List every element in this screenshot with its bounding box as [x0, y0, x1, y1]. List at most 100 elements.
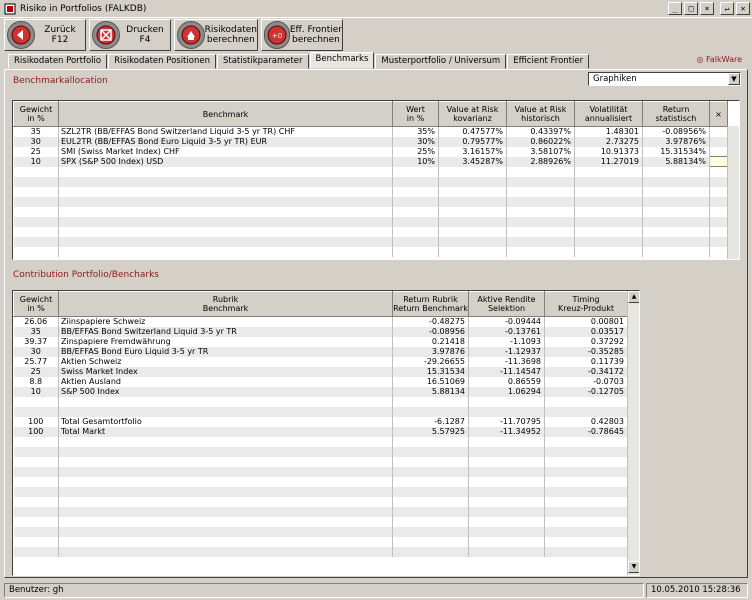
table-cell: [392, 516, 469, 527]
table-cell: [544, 396, 628, 407]
contribution-table-scrollbar[interactable]: ▲ ▼: [627, 291, 639, 575]
tab-statistikparameter[interactable]: Statistikparameter: [216, 54, 309, 69]
chevron-down-icon[interactable]: ▼: [728, 73, 740, 85]
tab-risikodaten-portfolio[interactable]: Risikodaten Portfolio: [8, 54, 108, 69]
table-row[interactable]: [13, 206, 728, 217]
table-row[interactable]: 25 Swiss Market Index 15.31534 -11.14547 -0.…: [13, 366, 628, 377]
col-rubrik-benchmark[interactable]: Rubrik Benchmark: [58, 291, 393, 317]
col-volatilitaet[interactable]: Volatilität annualisiert: [574, 101, 643, 127]
table-row[interactable]: [13, 466, 628, 477]
table-row[interactable]: 25.77 Aktien Schweiz -29.26655 -11.3698 0.11…: [13, 356, 628, 367]
table-row[interactable]: [13, 396, 628, 407]
tab-efficient-frontier[interactable]: Efficient Frontier: [507, 54, 590, 69]
table-row[interactable]: [13, 486, 628, 497]
table-row[interactable]: [13, 236, 728, 247]
tab-musterportfolio[interactable]: Musterportfolio / Universum: [375, 54, 507, 69]
close-icon[interactable]: ×: [709, 101, 728, 127]
col-benchmark[interactable]: Benchmark: [58, 101, 393, 127]
table-row[interactable]: 30 BB/EFFAS Bond Euro Liquid 3-5 yr TR 3.9…: [13, 346, 628, 357]
table-cell: 0.86559: [468, 376, 545, 387]
table-cell: [58, 196, 393, 207]
table-row[interactable]: 10 S&P 500 Index 5.88134 1.06294 -0.12705: [13, 386, 628, 397]
table-cell: [13, 496, 59, 507]
table-cell: 3.97876: [392, 346, 469, 357]
table-cell: -11.3698: [468, 356, 545, 367]
calc-risk-button[interactable]: Risikodaten berechnen: [174, 19, 258, 51]
table-row[interactable]: [13, 526, 628, 537]
section-contribution-title: Contribution Portfolio/Bencharks: [13, 270, 159, 280]
table-row[interactable]: [13, 196, 728, 207]
maximize-button[interactable]: □: [684, 2, 698, 15]
table-row[interactable]: [13, 186, 728, 197]
col-return-rubrik[interactable]: Return Rubrik Return Benchmark: [392, 291, 469, 317]
back-button[interactable]: Zurück F12: [4, 19, 86, 51]
table-cell: [58, 466, 393, 477]
table-row[interactable]: [13, 536, 628, 547]
table-cell: [709, 206, 728, 217]
col-wert[interactable]: Wert in %: [392, 101, 439, 127]
close-child-button[interactable]: ✕: [736, 2, 750, 15]
table-row[interactable]: 30 EUL2TR (BB/EFFAS Bond Euro Liquid 3-5 …: [13, 136, 728, 147]
table-row[interactable]: [13, 226, 728, 237]
table-cell: 3.58107%: [506, 146, 575, 157]
table-cell: 0.21418: [392, 336, 469, 347]
table-row[interactable]: 39.37 Zinspapiere Fremdwährung 0.21418 -1.1…: [13, 336, 628, 347]
print-button[interactable]: Drucken F4: [89, 19, 171, 51]
tab-benchmarks[interactable]: Benchmarks: [309, 52, 375, 69]
table-row[interactable]: [13, 546, 628, 557]
table-row[interactable]: [13, 506, 628, 517]
graphiken-dropdown[interactable]: Graphiken ▼: [588, 72, 741, 86]
close-button[interactable]: ×: [700, 2, 714, 15]
row-selector[interactable]: [709, 156, 728, 167]
table-row[interactable]: 35 SZL2TR (BB/EFFAS Bond Switzerland Liqu…: [13, 126, 728, 137]
table-row[interactable]: [13, 516, 628, 527]
table-cell: [392, 476, 469, 487]
table-row[interactable]: [13, 496, 628, 507]
table-row[interactable]: 35 BB/EFFAS Bond Switzerland Liquid 3-5 y…: [13, 326, 628, 337]
table-cell: [642, 226, 710, 237]
table-cell: 10.91373: [574, 146, 643, 157]
calc-risk-button-label: Risikodaten berechnen: [204, 25, 257, 45]
col-gewicht[interactable]: Gewicht in %: [13, 101, 59, 127]
tab-bar: Risikodaten Portfolio Risikodaten Positi…: [8, 52, 590, 69]
table-row[interactable]: [13, 216, 728, 227]
table-cell: [13, 546, 59, 557]
table-cell: [58, 396, 393, 407]
minimize-button[interactable]: _: [668, 2, 682, 15]
table-cell: 2.88926%: [506, 156, 575, 167]
col-gewicht[interactable]: Gewicht in %: [13, 291, 59, 317]
table-cell: Aktien Schweiz: [58, 356, 393, 367]
table-row[interactable]: [13, 166, 728, 177]
table-row[interactable]: 26.06 Ziinspapiere Schweiz -0.48275 -0.0944…: [13, 316, 628, 327]
calc-frontier-button[interactable]: +0 Eff. Frontier berechnen: [261, 19, 343, 51]
table-row[interactable]: 100 Total Gesamtortfolio -6.1287 -11.70795 0…: [13, 416, 628, 427]
col-var-historisch[interactable]: Value at Risk historisch: [506, 101, 575, 127]
scroll-up-icon[interactable]: ▲: [628, 291, 639, 303]
benchmark-table-scrollbar[interactable]: [727, 126, 739, 259]
table-row[interactable]: 10 SPX (S&P 500 Index) USD 10% 3.45287% 2.88…: [13, 156, 728, 167]
col-return[interactable]: Return statistisch: [642, 101, 710, 127]
table-cell: [13, 236, 59, 247]
table-row[interactable]: 8.8 Aktien Ausland 16.51069 0.86559 -0.0703: [13, 376, 628, 387]
table-row[interactable]: [13, 446, 628, 457]
table-row[interactable]: [13, 246, 728, 257]
table-cell: [709, 226, 728, 237]
table-row[interactable]: [13, 476, 628, 487]
tab-risikodaten-positionen[interactable]: Risikodaten Positionen: [108, 54, 216, 69]
restore-button[interactable]: ↵: [720, 2, 734, 15]
table-cell: -0.13761: [468, 326, 545, 337]
scroll-down-icon[interactable]: ▼: [628, 561, 639, 573]
col-var-kovarianz[interactable]: Value at Risk kovarianz: [438, 101, 507, 127]
table-row[interactable]: [13, 456, 628, 467]
table-row[interactable]: 100 Total Markt 5.57925 -11.34952 -0.78645: [13, 426, 628, 437]
table-row[interactable]: [13, 406, 628, 417]
table-cell: [709, 126, 728, 137]
col-aktive-rendite[interactable]: Aktive Rendite Selektion: [468, 291, 545, 317]
col-timing[interactable]: Timing Kreuz-Produkt: [544, 291, 628, 317]
table-row[interactable]: [13, 436, 628, 447]
table-row[interactable]: 25 SMI (Swiss Market Index) CHF 25% 3.16157…: [13, 146, 728, 157]
table-row[interactable]: [13, 176, 728, 187]
table-cell: Total Gesamtortfolio: [58, 416, 393, 427]
table-cell: BB/EFFAS Bond Euro Liquid 3-5 yr TR: [58, 346, 393, 357]
benchmark-table: Gewicht in % Benchmark Wert in % Value a…: [12, 100, 740, 260]
